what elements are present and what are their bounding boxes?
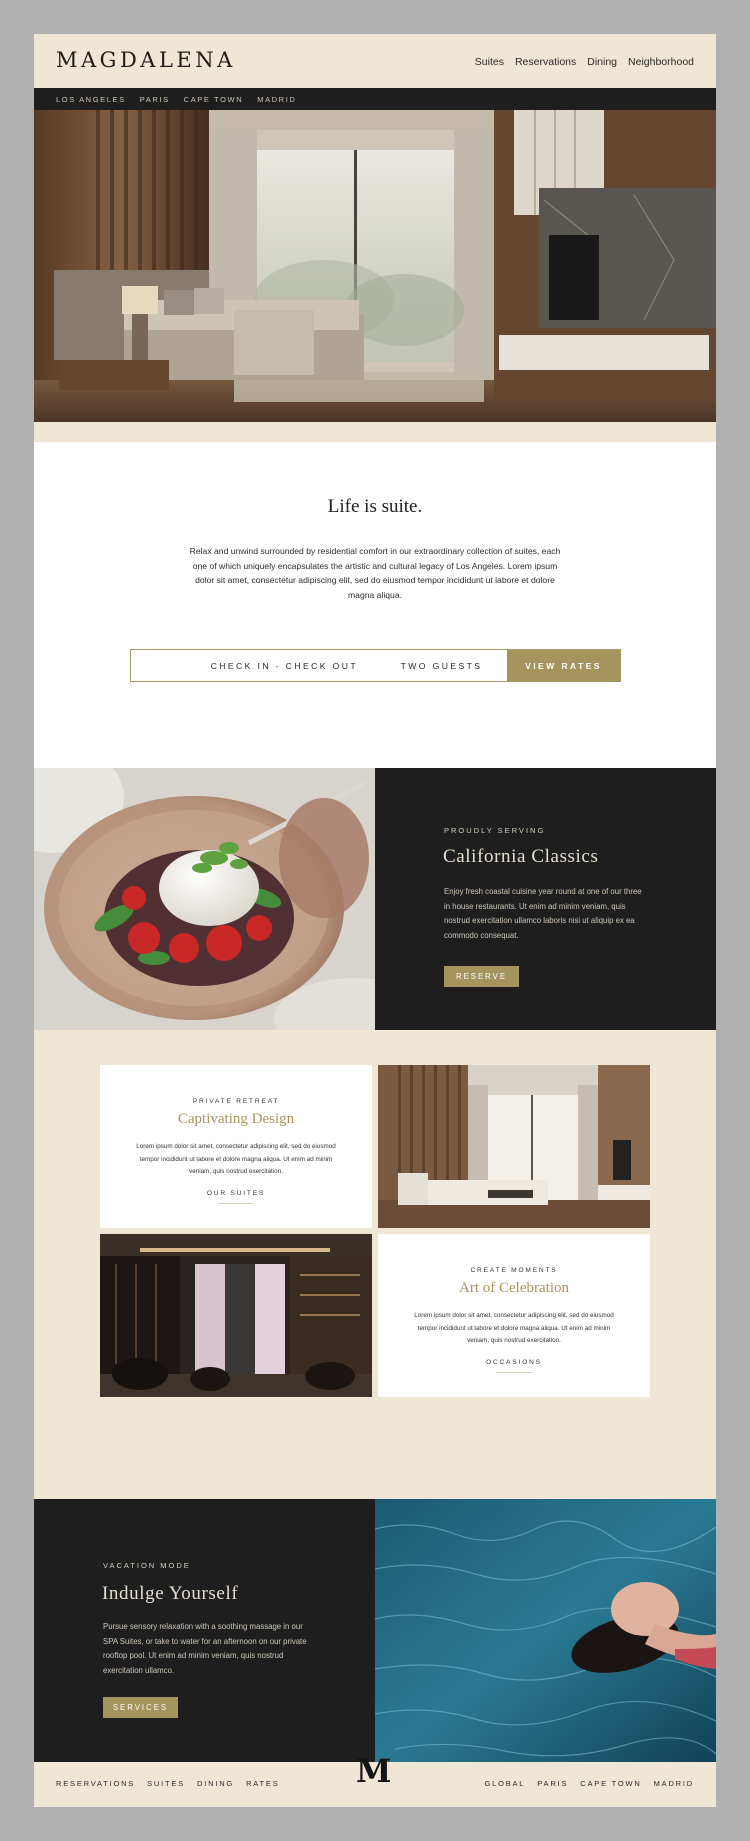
services-button[interactable]: SERVICES: [103, 1697, 178, 1718]
event-space-image: [100, 1234, 372, 1397]
dining-eyebrow: PROUDLY SERVING: [444, 826, 546, 835]
occasions-link[interactable]: OCCASIONS: [378, 1359, 650, 1366]
dining-section: PROUDLY SERVING California Classics Enjo…: [375, 768, 716, 1030]
intro-section: Life is suite. Relax and unwind surround…: [34, 442, 716, 768]
city-cape-town[interactable]: CAPE TOWN: [184, 95, 244, 104]
spa-eyebrow: VACATION MODE: [103, 1561, 191, 1570]
site-header: MAGDALENA Suites Reservations Dining Nei…: [34, 34, 716, 88]
occasions-underline: [496, 1372, 532, 1373]
footer-global-link[interactable]: GLOBAL: [484, 1779, 525, 1788]
design-card: PRIVATE RETREAT Captivating Design Lorem…: [100, 1065, 372, 1228]
spa-title: Indulge Yourself: [102, 1583, 239, 1604]
footer-nav-left: RESERVATIONS SUITES DINING RATES: [56, 1779, 280, 1788]
city-paris[interactable]: PARIS: [140, 95, 170, 104]
nav-reservations[interactable]: Reservations: [515, 56, 576, 68]
footer-dining-link[interactable]: DINING: [197, 1779, 234, 1788]
nav-neighborhood[interactable]: Neighborhood: [628, 56, 694, 68]
booking-bar: CHECK IN - CHECK OUT TWO GUESTS VIEW RAT…: [130, 649, 621, 682]
footer-madrid-link[interactable]: MADRID: [654, 1779, 694, 1788]
living-room-image: [378, 1065, 650, 1228]
main-nav: Suites Reservations Dining Neighborhood: [475, 56, 694, 68]
city-madrid[interactable]: MADRID: [257, 95, 296, 104]
site-footer: RESERVATIONS SUITES DINING RATES M GLOBA…: [34, 1752, 716, 1807]
footer-paris-link[interactable]: PARIS: [537, 1779, 568, 1788]
footer-nav-right: GLOBAL PARIS CAPE TOWN MADRID: [484, 1779, 694, 1788]
footer-rates-link[interactable]: RATES: [246, 1779, 279, 1788]
our-suites-underline: [218, 1203, 254, 1204]
hero-bedroom-image: [34, 110, 716, 422]
design-body: Lorem ipsum dolor sit amet, consectetur …: [136, 1143, 336, 1176]
brand-logo[interactable]: MAGDALENA: [56, 48, 236, 72]
page: MAGDALENA Suites Reservations Dining Nei…: [34, 34, 716, 1807]
celebration-card: CREATE MOMENTS Art of Celebration Lorem …: [378, 1234, 650, 1397]
footer-cape-town-link[interactable]: CAPE TOWN: [580, 1779, 641, 1788]
spa-section: VACATION MODE Indulge Yourself Pursue se…: [34, 1499, 375, 1762]
reserve-button[interactable]: RESERVE: [444, 966, 519, 987]
guests-field[interactable]: TWO GUESTS: [358, 650, 507, 681]
footer-monogram[interactable]: M: [356, 1752, 391, 1790]
intro-body: Relax and unwind surrounded by residenti…: [189, 546, 561, 600]
spa-body: Pursue sensory relaxation with a soothin…: [103, 1622, 307, 1675]
nav-suites[interactable]: Suites: [475, 56, 504, 68]
dining-title: California Classics: [443, 846, 599, 867]
check-in-check-out-field[interactable]: CHECK IN - CHECK OUT: [131, 650, 358, 681]
design-eyebrow: PRIVATE RETREAT: [192, 1098, 280, 1105]
footer-suites-link[interactable]: SUITES: [147, 1779, 185, 1788]
celebration-body: Lorem ipsum dolor sit amet, consectetur …: [414, 1312, 614, 1345]
celebration-title: Art of Celebration: [459, 1280, 569, 1296]
nav-dining[interactable]: Dining: [587, 56, 617, 68]
celebration-eyebrow: CREATE MOMENTS: [470, 1267, 558, 1274]
footer-reservations-link[interactable]: RESERVATIONS: [56, 1779, 135, 1788]
dining-food-image: [34, 768, 375, 1030]
intro-title: Life is suite.: [327, 496, 423, 517]
pool-swimmer-image: [375, 1499, 716, 1762]
city-nav: LOS ANGELES PARIS CAPE TOWN MADRID: [34, 88, 716, 110]
our-suites-link[interactable]: OUR SUITES: [100, 1190, 372, 1197]
view-rates-button[interactable]: VIEW RATES: [507, 650, 620, 681]
design-title: Captivating Design: [177, 1111, 295, 1127]
dining-body: Enjoy fresh coastal cuisine year round a…: [444, 887, 642, 940]
city-los-angeles[interactable]: LOS ANGELES: [56, 95, 126, 104]
